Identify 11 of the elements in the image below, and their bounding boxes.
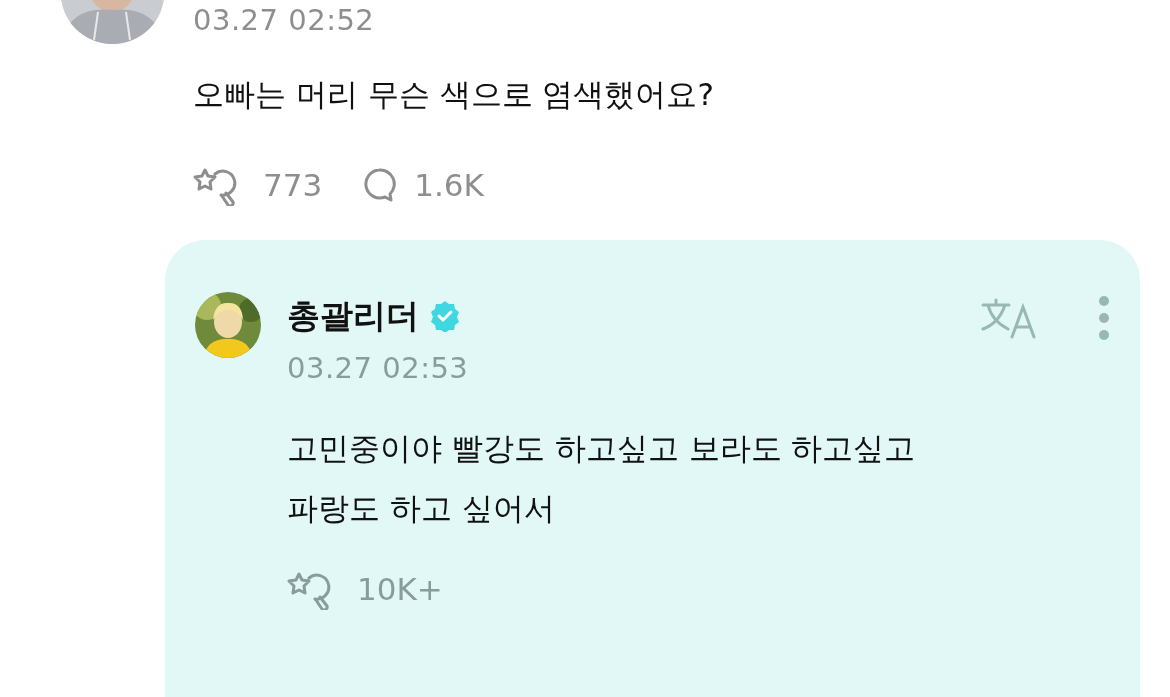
comment-text: 오빠는 머리 무슨 색으로 염색했어요? [193, 75, 714, 114]
timestamp: 03.27 02:52 [193, 2, 376, 39]
like-count: 10K+ [357, 571, 443, 607]
comment-icon[interactable] [362, 167, 397, 203]
author-name: 총괄리더 [287, 294, 419, 337]
like-count: 773 [263, 167, 323, 203]
reply-text: 고민중이야 빨강도 하고싶고 보라도 하고싶고 파랑도 하고 싶어서 [287, 429, 917, 528]
translate-icon[interactable] [980, 297, 1038, 339]
more-icon[interactable] [1098, 296, 1110, 340]
comment-count: 1.6K [414, 167, 484, 203]
timestamp: 03.27 02:53 [287, 350, 470, 387]
